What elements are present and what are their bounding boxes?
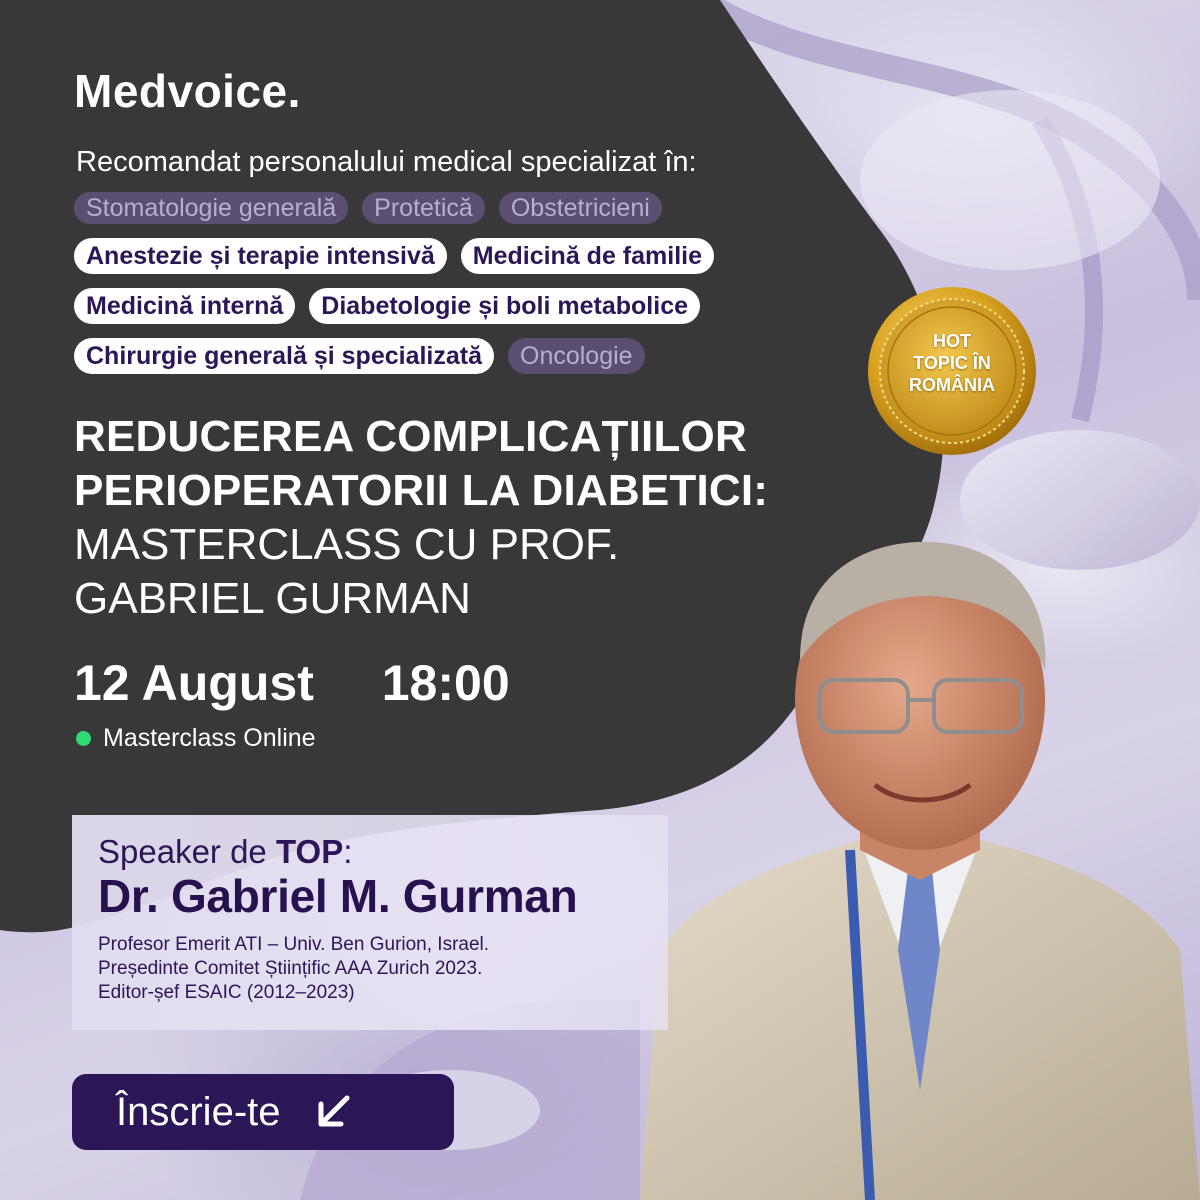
speaker-portrait — [640, 541, 1200, 1200]
tag-specialty[interactable]: Stomatologie generală — [74, 192, 349, 224]
title-line: REDUCEREA COMPLICAȚIILOR — [74, 412, 747, 461]
tag-row: Anestezie și terapie intensivă Medicină … — [74, 238, 854, 274]
arrow-down-left-icon — [318, 1095, 349, 1127]
speaker-bio-line: Președinte Comitet Științific AAA Zurich… — [98, 958, 483, 979]
tag-specialty[interactable]: Medicină de familie — [460, 238, 715, 274]
tag-specialty[interactable]: Protetică — [362, 192, 485, 224]
brand-logo: Medvoice. — [74, 65, 301, 117]
tag-specialty[interactable]: Oncologie — [508, 338, 645, 374]
tag-specialty[interactable]: Diabetologie și boli metabolice — [309, 288, 701, 324]
badge-text: HOT TOPIC ÎN ROMÂNIA — [866, 330, 1038, 396]
event-mode-label: Masterclass Online — [103, 724, 316, 752]
tag-specialty[interactable]: Medicină internă — [74, 288, 296, 324]
specialty-tags: Stomatologie generală Protetică Obstetri… — [74, 192, 854, 388]
speaker-bio-line: Profesor Emerit ATI – Univ. Ben Gurion, … — [98, 934, 490, 955]
speaker-bio: Profesor Emerit ATI – Univ. Ben Gurion, … — [98, 933, 642, 1005]
speaker-label: Speaker de TOP: — [98, 833, 642, 871]
badge-line: TOPIC ÎN — [913, 353, 991, 373]
speaker-name: Dr. Gabriel M. Gurman — [98, 870, 578, 922]
online-status-dot-icon — [76, 731, 91, 746]
tag-row: Medicină internă Diabetologie și boli me… — [74, 288, 854, 324]
badge-line: HOT — [933, 331, 971, 351]
tag-specialty[interactable]: Chirurgie generală și specializată — [74, 338, 494, 374]
speaker-card: Speaker de TOP: Dr. Gabriel M. Gurman Pr… — [72, 815, 668, 1030]
tag-specialty[interactable]: Obstetricieni — [498, 192, 662, 224]
event-date: 12 August — [74, 655, 314, 711]
badge-line: ROMÂNIA — [909, 375, 995, 395]
tag-row: Stomatologie generală Protetică Obstetri… — [74, 192, 854, 224]
speaker-label-prefix: Speaker de — [98, 833, 276, 870]
title-line: PERIOPERATORII LA DIABETICI: — [74, 466, 769, 515]
speaker-label-suffix: : — [343, 833, 353, 870]
speaker-label-strong: TOP — [275, 833, 344, 870]
recommendation-label: Recomandat personalului medical speciali… — [76, 146, 697, 178]
register-button-label: Înscrie-te — [116, 1089, 281, 1134]
event-mode: Masterclass Online — [76, 724, 316, 753]
event-time: 18:00 — [381, 655, 510, 711]
register-button[interactable]: Înscrie-te — [72, 1074, 454, 1150]
speaker-bio-line: Editor-șef ESAIC (2012–2023) — [98, 982, 355, 1003]
event-datetime: 12 August 18:00 — [74, 654, 564, 712]
tag-specialty[interactable]: Anestezie și terapie intensivă — [74, 238, 447, 274]
tag-row: Chirurgie generală și specializată Oncol… — [74, 338, 854, 374]
